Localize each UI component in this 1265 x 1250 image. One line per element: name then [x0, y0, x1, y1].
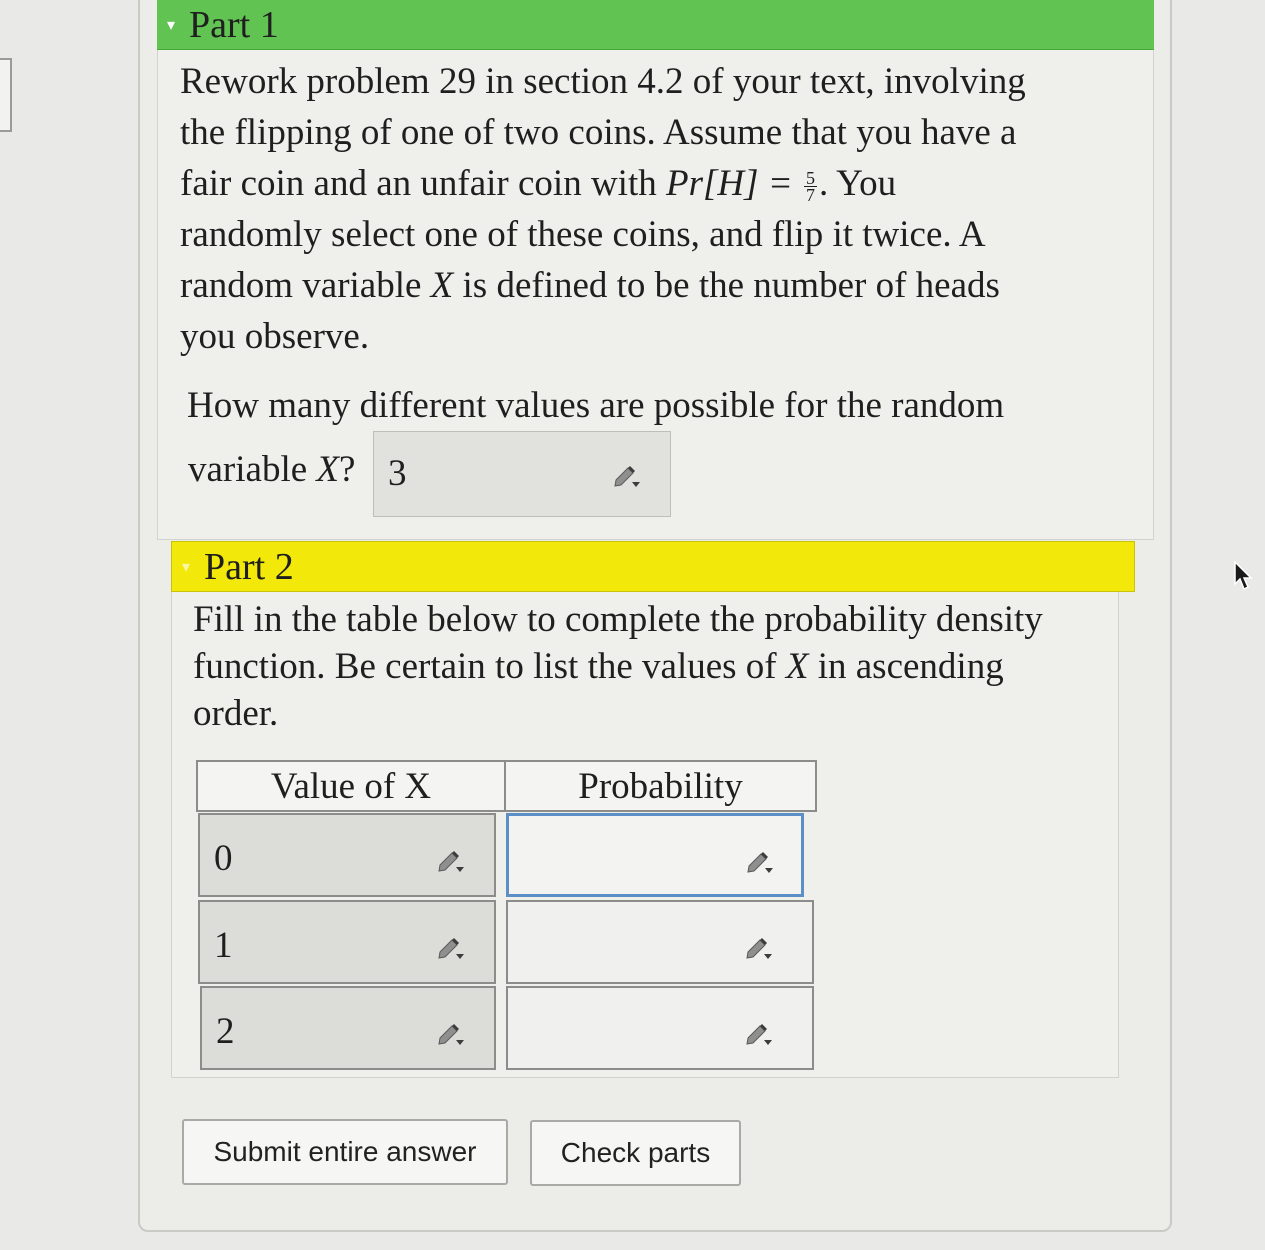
pencil-dropdown-icon[interactable] [612, 460, 642, 488]
probability-input-row-1[interactable] [506, 900, 814, 984]
mouse-pointer-icon [1234, 560, 1253, 591]
caret-down-icon[interactable]: ▾ [167, 15, 175, 35]
fraction-denominator: 7 [805, 185, 815, 206]
caret-down-icon[interactable]: ▾ [182, 557, 190, 577]
probability-expression: Pr[H] = [665, 163, 793, 204]
pencil-dropdown-icon[interactable] [436, 1018, 466, 1046]
answer-input-num-values[interactable]: 3 [373, 431, 671, 517]
pencil-dropdown-icon[interactable] [744, 932, 774, 960]
value-x-0: 0 [214, 838, 233, 879]
probability-input-row-0[interactable] [506, 813, 804, 897]
problem-line-6: you observe. [180, 316, 370, 357]
problem-line-1: Rework problem 29 in section 4.2 of your… [180, 61, 1026, 102]
probability-input-row-2[interactable] [506, 986, 814, 1070]
header-value-of-x: Value of X [196, 760, 506, 812]
submit-entire-answer-button[interactable]: Submit entire answer [182, 1119, 508, 1185]
value-x-input-row-2[interactable]: 2 [200, 986, 496, 1070]
instruction-line-3: order. [193, 693, 279, 734]
part2-title: Part 2 [204, 545, 294, 588]
problem-text: Rework problem 29 in section 4.2 of your… [180, 56, 1110, 362]
fraction: 5 7 [803, 169, 817, 206]
pencil-dropdown-icon[interactable] [436, 932, 466, 960]
part2-instructions: Fill in the table below to complete the … [193, 596, 1093, 737]
check-parts-button[interactable]: Check parts [530, 1120, 741, 1186]
instruction-line-1: Fill in the table below to complete the … [193, 599, 1043, 640]
problem-line-2: the flipping of one of two coins. Assume… [180, 112, 1017, 153]
part1-title: Part 1 [189, 3, 279, 46]
part1-header[interactable]: ▾ Part 1 [157, 0, 1154, 50]
value-x-1: 1 [214, 925, 233, 966]
side-tab[interactable] [0, 58, 12, 132]
answer-value: 3 [388, 453, 407, 494]
part2-header[interactable]: ▾ Part 2 [171, 541, 1135, 592]
pencil-dropdown-icon[interactable] [745, 846, 775, 874]
problem-line-3: fair coin and an unfair coin with Pr[H] … [180, 163, 897, 206]
value-x-input-row-1[interactable]: 1 [198, 900, 496, 984]
instruction-line-2: function. Be certain to list the values … [193, 646, 1004, 687]
question-line-1: How many different values are possible f… [187, 385, 1005, 426]
pencil-dropdown-icon[interactable] [436, 845, 466, 873]
problem-line-4: randomly select one of these coins, and … [180, 214, 986, 255]
value-x-input-row-0[interactable]: 0 [198, 813, 496, 897]
question-line-2: variable X? [188, 449, 356, 490]
value-x-2: 2 [216, 1011, 235, 1052]
problem-line-5: random variable X is defined to be the n… [180, 265, 1000, 306]
header-probability: Probability [504, 760, 817, 812]
pencil-dropdown-icon[interactable] [744, 1018, 774, 1046]
